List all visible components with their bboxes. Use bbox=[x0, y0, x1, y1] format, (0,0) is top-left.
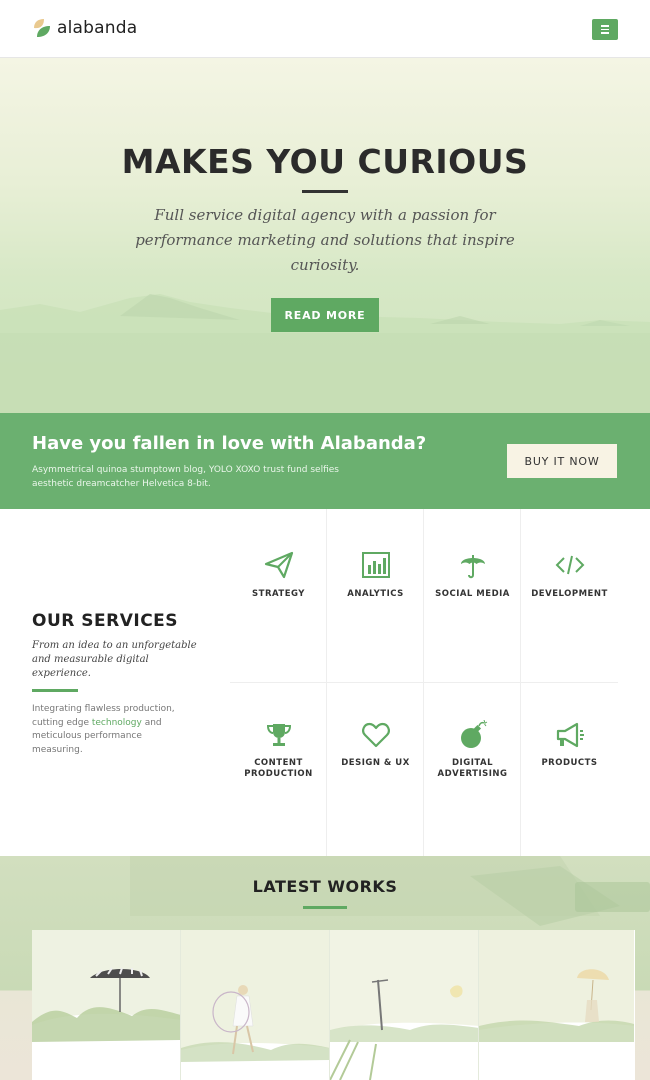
works-gallery bbox=[32, 930, 635, 1080]
services-section: OUR SERVICES From an idea to an unforget… bbox=[0, 509, 650, 856]
service-label: DEVELOPMENT bbox=[531, 589, 608, 599]
site-header: alabanda bbox=[0, 0, 650, 58]
service-label: STRATEGY bbox=[252, 589, 305, 599]
service-strategy[interactable]: STRATEGY bbox=[230, 509, 327, 683]
service-social-media[interactable]: SOCIAL MEDIA bbox=[424, 509, 521, 683]
hamburger-icon bbox=[601, 25, 609, 27]
logo-leaf-icon bbox=[34, 19, 50, 37]
hero-section: MAKES YOU CURIOUS Full service digital a… bbox=[0, 58, 650, 413]
services-divider bbox=[32, 689, 78, 692]
latest-works-section: LATEST WORKS bbox=[0, 856, 650, 1080]
hero-title: MAKES YOU CURIOUS bbox=[121, 142, 529, 181]
services-grid: STRATEGY ANALYTICS SOCIAL MEDIA DEVELOPM… bbox=[230, 509, 618, 856]
hero-subtitle: Full service digital agency with a passi… bbox=[135, 206, 515, 274]
code-icon bbox=[554, 549, 586, 581]
heart-icon bbox=[360, 719, 392, 751]
service-design-ux[interactable]: DESIGN & UX bbox=[327, 683, 424, 856]
service-label: DIGITAL ADVERTISING bbox=[437, 758, 508, 779]
service-digital-advertising[interactable]: DIGITAL ADVERTISING bbox=[424, 683, 521, 856]
work-thumbnail-parasol[interactable] bbox=[479, 930, 635, 1080]
services-heading: OUR SERVICES bbox=[32, 611, 179, 631]
service-label: CONTENT PRODUCTION bbox=[244, 758, 313, 779]
read-more-button[interactable]: READ MORE bbox=[271, 298, 379, 332]
technology-link[interactable]: technology bbox=[92, 718, 142, 728]
service-development[interactable]: DEVELOPMENT bbox=[521, 509, 618, 683]
services-description: Integrating flawless production, cutting… bbox=[32, 703, 192, 757]
service-analytics[interactable]: ANALYTICS bbox=[327, 509, 424, 683]
service-label: DESIGN & UX bbox=[341, 758, 410, 768]
hamburger-icon-bar bbox=[601, 28, 609, 31]
umbrella-icon bbox=[457, 549, 489, 581]
service-content-production[interactable]: CONTENT PRODUCTION bbox=[230, 683, 327, 856]
trophy-icon bbox=[263, 719, 295, 751]
work-thumbnail-umbrella[interactable] bbox=[32, 930, 181, 1080]
service-products[interactable]: PRODUCTS bbox=[521, 683, 618, 856]
work-thumbnail-pole[interactable] bbox=[330, 930, 479, 1080]
service-label: SOCIAL MEDIA bbox=[435, 589, 510, 599]
latest-works-title: LATEST WORKS bbox=[252, 877, 398, 896]
services-tagline: From an idea to an unforgetable and meas… bbox=[32, 640, 197, 679]
logo[interactable]: alabanda bbox=[32, 18, 137, 38]
service-label: ANALYTICS bbox=[347, 589, 404, 599]
logo-text: alabanda bbox=[57, 18, 138, 38]
megaphone-icon bbox=[554, 719, 586, 751]
promo-banner: Have you fallen in love with Alabanda? A… bbox=[0, 413, 650, 509]
paper-plane-icon bbox=[263, 549, 295, 581]
hamburger-menu-button[interactable] bbox=[592, 19, 618, 40]
service-label: PRODUCTS bbox=[541, 758, 598, 768]
buy-it-now-button[interactable]: BUY IT NOW bbox=[507, 444, 617, 478]
promo-text: Asymmetrical quinoa stumptown blog, YOLO… bbox=[32, 465, 339, 489]
bar-chart-icon bbox=[360, 549, 392, 581]
work-thumbnail-girl-hoop[interactable] bbox=[181, 930, 330, 1080]
bomb-icon bbox=[457, 719, 489, 751]
latest-works-divider bbox=[303, 906, 347, 909]
promo-title: Have you fallen in love with Alabanda? bbox=[32, 433, 427, 454]
hamburger-icon-bar bbox=[601, 32, 609, 34]
hero-divider bbox=[302, 190, 348, 193]
